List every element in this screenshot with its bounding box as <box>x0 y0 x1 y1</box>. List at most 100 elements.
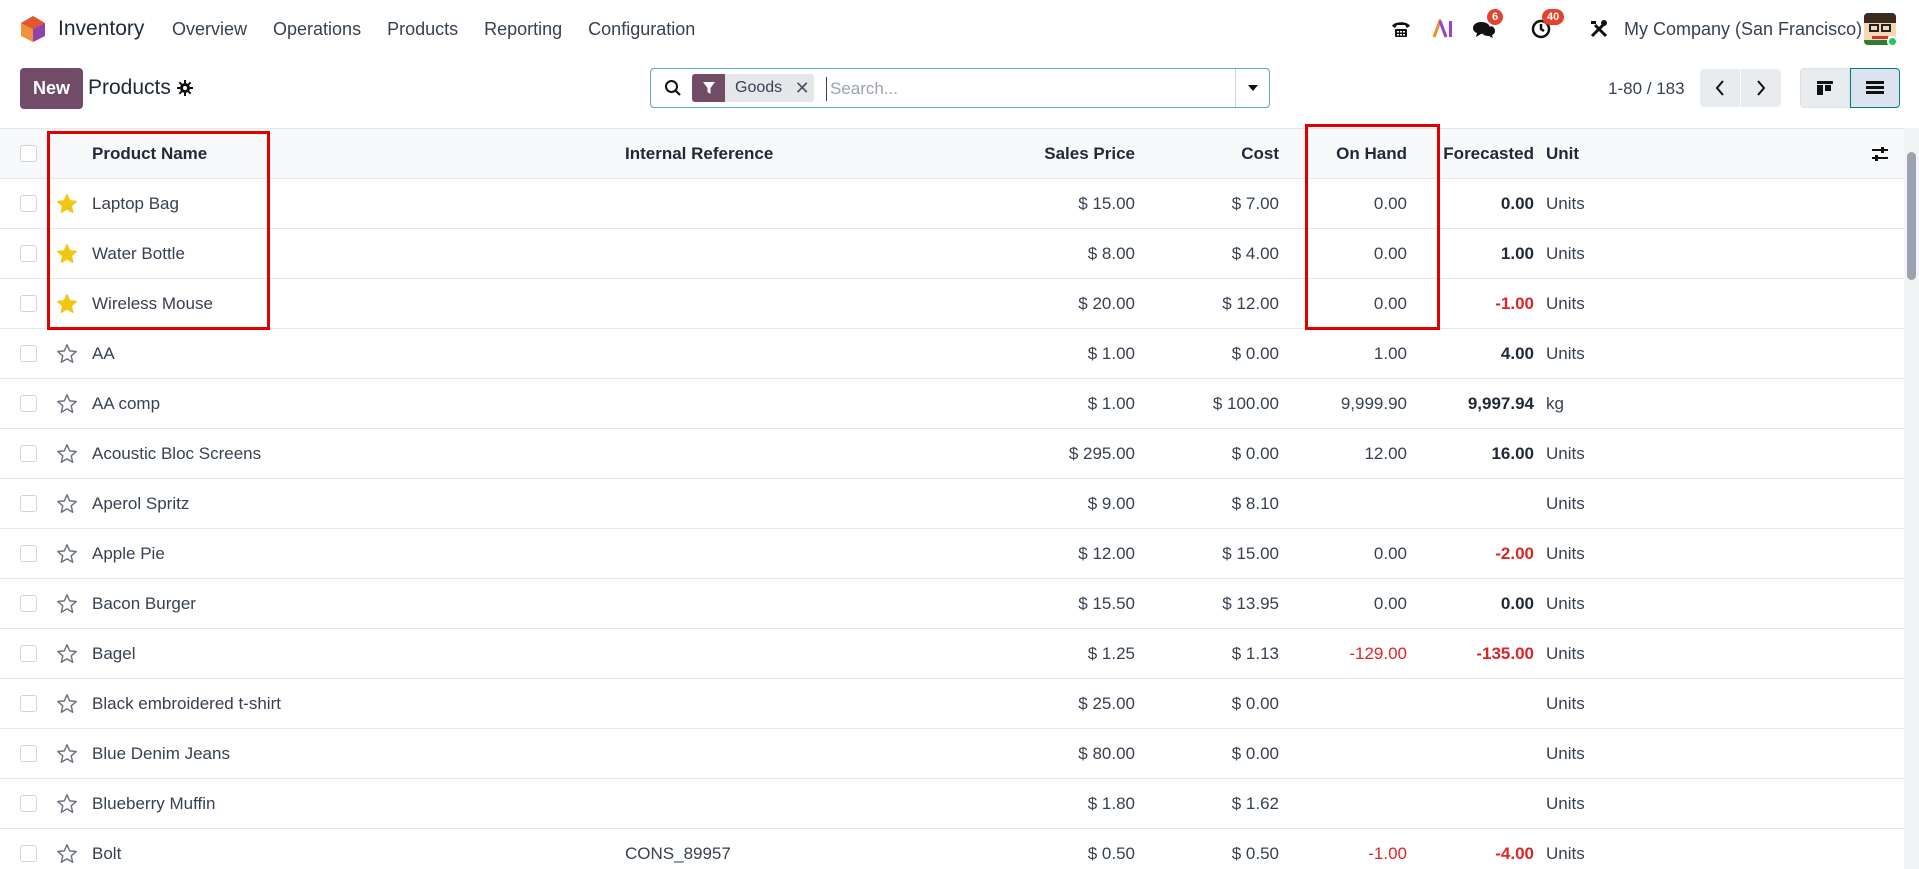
product-name[interactable]: Wireless Mouse <box>92 279 592 328</box>
product-name[interactable]: Blueberry Muffin <box>92 779 592 828</box>
product-name[interactable]: AA comp <box>92 379 592 428</box>
unit[interactable]: Units <box>1546 779 1666 828</box>
pager-value[interactable]: 1-80 / 183 <box>1608 79 1685 99</box>
unit[interactable]: Units <box>1546 179 1666 228</box>
star-filled-icon[interactable] <box>55 179 79 228</box>
internal-reference[interactable] <box>625 379 885 428</box>
product-name[interactable]: AA <box>92 329 592 378</box>
star-icon[interactable] <box>55 729 79 778</box>
row-checkbox[interactable] <box>20 329 38 378</box>
internal-reference[interactable] <box>625 579 885 628</box>
row-checkbox[interactable] <box>20 229 38 278</box>
forecasted-qty[interactable]: -4.00 <box>1340 829 1534 869</box>
forecasted-qty[interactable]: 1.00 <box>1340 229 1534 278</box>
unit[interactable]: Units <box>1546 829 1666 869</box>
internal-reference[interactable] <box>625 279 885 328</box>
internal-reference[interactable] <box>625 329 885 378</box>
table-row[interactable]: AA comp $ 1.00 $ 100.00 9,999.90 9,997.9… <box>0 379 1904 429</box>
internal-reference[interactable]: CONS_89957 <box>625 829 885 869</box>
forecasted-qty[interactable]: -1.00 <box>1340 279 1534 328</box>
star-icon[interactable] <box>55 529 79 578</box>
forecasted-qty[interactable] <box>1340 479 1534 528</box>
company-switcher[interactable]: My Company (San Francisco) <box>1624 19 1862 40</box>
table-row[interactable]: Laptop Bag $ 15.00 $ 7.00 0.00 0.00 Unit… <box>0 179 1904 229</box>
unit[interactable]: Units <box>1546 279 1666 328</box>
internal-reference[interactable] <box>625 629 885 678</box>
star-icon[interactable] <box>55 579 79 628</box>
messages-icon[interactable]: 6 <box>1471 9 1504 46</box>
row-checkbox[interactable] <box>20 779 38 828</box>
row-checkbox[interactable] <box>20 479 38 528</box>
column-product-name[interactable]: Product Name <box>92 129 592 178</box>
ai-icon[interactable] <box>1431 12 1457 46</box>
product-name[interactable]: Black embroidered t-shirt <box>92 679 592 728</box>
product-name[interactable]: Bacon Burger <box>92 579 592 628</box>
star-icon[interactable] <box>55 379 79 428</box>
row-checkbox[interactable] <box>20 529 38 578</box>
table-row[interactable]: Bacon Burger $ 15.50 $ 13.95 0.00 0.00 U… <box>0 579 1904 629</box>
column-unit[interactable]: Unit <box>1546 129 1666 178</box>
internal-reference[interactable] <box>625 429 885 478</box>
star-icon[interactable] <box>55 479 79 528</box>
unit[interactable]: Units <box>1546 529 1666 578</box>
unit[interactable]: Units <box>1546 629 1666 678</box>
product-name[interactable]: Aperol Spritz <box>92 479 592 528</box>
star-filled-icon[interactable] <box>55 229 79 278</box>
unit[interactable]: Units <box>1546 329 1666 378</box>
kanban-view-button[interactable] <box>1800 68 1850 108</box>
table-row[interactable]: Blueberry Muffin $ 1.80 $ 1.62 Units <box>0 779 1904 829</box>
gear-icon[interactable] <box>177 80 193 96</box>
forecasted-qty[interactable]: 0.00 <box>1340 179 1534 228</box>
unit[interactable]: kg <box>1546 379 1666 428</box>
table-row[interactable]: Bagel $ 1.25 $ 1.13 -129.00 -135.00 Unit… <box>0 629 1904 679</box>
search-options-toggle[interactable] <box>1235 69 1270 107</box>
menu-configuration[interactable]: Configuration <box>588 19 695 40</box>
star-icon[interactable] <box>55 829 79 869</box>
internal-reference[interactable] <box>625 779 885 828</box>
row-checkbox[interactable] <box>20 579 38 628</box>
star-filled-icon[interactable] <box>55 279 79 328</box>
scrollbar-thumb[interactable] <box>1907 152 1916 280</box>
star-icon[interactable] <box>55 679 79 728</box>
menu-operations[interactable]: Operations <box>273 19 361 40</box>
row-checkbox[interactable] <box>20 729 38 778</box>
pager-next-button[interactable] <box>1741 69 1781 107</box>
star-icon[interactable] <box>55 629 79 678</box>
star-icon[interactable] <box>55 779 79 828</box>
table-row[interactable]: Bolt CONS_89957 $ 0.50 $ 0.50 -1.00 -4.0… <box>0 829 1904 869</box>
forecasted-qty[interactable] <box>1340 679 1534 728</box>
product-name[interactable]: Laptop Bag <box>92 179 592 228</box>
row-checkbox[interactable] <box>20 679 38 728</box>
product-name[interactable]: Apple Pie <box>92 529 592 578</box>
forecasted-qty[interactable]: 16.00 <box>1340 429 1534 478</box>
forecasted-qty[interactable]: -2.00 <box>1340 529 1534 578</box>
page-title[interactable]: Products <box>88 76 171 100</box>
row-checkbox[interactable] <box>20 629 38 678</box>
column-internal-reference[interactable]: Internal Reference <box>625 129 885 178</box>
table-row[interactable]: Acoustic Bloc Screens $ 295.00 $ 0.00 12… <box>0 429 1904 479</box>
internal-reference[interactable] <box>625 729 885 778</box>
table-row[interactable]: AA $ 1.00 $ 0.00 1.00 4.00 Units <box>0 329 1904 379</box>
search-input[interactable] <box>826 77 1226 101</box>
select-all-checkbox[interactable] <box>20 129 38 178</box>
table-row[interactable]: Water Bottle $ 8.00 $ 4.00 0.00 1.00 Uni… <box>0 229 1904 279</box>
row-checkbox[interactable] <box>20 279 38 328</box>
row-checkbox[interactable] <box>20 179 38 228</box>
app-name[interactable]: Inventory <box>58 17 144 41</box>
optional-columns-icon[interactable] <box>1868 129 1892 178</box>
menu-overview[interactable]: Overview <box>172 19 247 40</box>
new-button[interactable]: New <box>20 68 83 109</box>
forecasted-qty[interactable]: 0.00 <box>1340 579 1534 628</box>
internal-reference[interactable] <box>625 679 885 728</box>
product-name[interactable]: Acoustic Bloc Screens <box>92 429 592 478</box>
internal-reference[interactable] <box>625 479 885 528</box>
activities-icon[interactable]: 40 <box>1528 9 1565 46</box>
unit[interactable]: Units <box>1546 479 1666 528</box>
row-checkbox[interactable] <box>20 829 38 869</box>
tools-icon[interactable] <box>1586 12 1612 46</box>
table-row[interactable]: Black embroidered t-shirt $ 25.00 $ 0.00… <box>0 679 1904 729</box>
unit[interactable]: Units <box>1546 229 1666 278</box>
forecasted-qty[interactable] <box>1340 779 1534 828</box>
product-name[interactable]: Water Bottle <box>92 229 592 278</box>
unit[interactable]: Units <box>1546 729 1666 778</box>
